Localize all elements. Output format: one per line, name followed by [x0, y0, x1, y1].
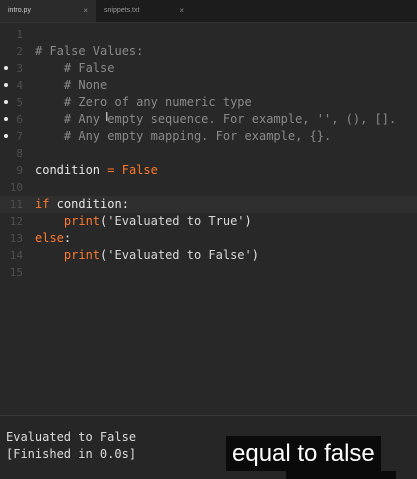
keyword-token: print: [63, 214, 101, 228]
code-token: ): [244, 214, 252, 228]
code-text: print('Evaluated to True'): [35, 213, 252, 230]
comment-token: # Any empty sequence. For example, '', (…: [35, 112, 397, 126]
code-line[interactable]: 9 condition = False: [0, 162, 417, 179]
code-token: ): [251, 248, 259, 262]
tab-bar: intro.py × snippets.txt ×: [0, 0, 417, 23]
comment-token: # Any empty mapping. For example, {}.: [35, 129, 332, 143]
code-line[interactable]: 7 # Any empty mapping. For example, {}.: [0, 128, 417, 145]
line-number: 9: [16, 164, 23, 177]
line-number: 4: [16, 79, 23, 92]
code-line[interactable]: 4 # None: [0, 77, 417, 94]
line-number: 6: [16, 113, 23, 126]
comment-token: # None: [35, 78, 108, 92]
line-number: 11: [9, 198, 23, 211]
code-line[interactable]: 2 # False Values:: [0, 43, 417, 60]
code-text: # Any empty sequence. For example, '', (…: [35, 111, 396, 128]
code-text: # False Values:: [35, 43, 143, 60]
tab-label: snippets.txt: [104, 7, 140, 14]
close-icon[interactable]: ×: [83, 0, 88, 22]
code-text: # False: [35, 60, 115, 77]
code-line[interactable]: 6 # Any empty sequence. For example, '',…: [0, 111, 417, 128]
tab-snippets-txt[interactable]: snippets.txt ×: [96, 0, 192, 22]
code-line[interactable]: 15: [0, 264, 417, 281]
code-text: if condition:: [35, 196, 129, 213]
code-text: # Any empty mapping. For example, {}.: [35, 128, 331, 145]
code-token: :: [63, 231, 72, 245]
video-caption: equal to false: [226, 436, 381, 471]
line-number: 13: [9, 232, 23, 245]
string-token: 'Evaluated to True': [107, 214, 245, 228]
close-icon[interactable]: ×: [179, 0, 184, 22]
code-line[interactable]: 5 # Zero of any numeric type: [0, 94, 417, 111]
code-line[interactable]: 14 print('Evaluated to False'): [0, 247, 417, 264]
comment-token: # False: [35, 61, 115, 75]
code-line[interactable]: 11 if condition:: [0, 196, 417, 213]
string-token: 'Evaluated to False': [107, 248, 252, 262]
keyword-token: print: [63, 248, 101, 262]
code-text: # None: [35, 77, 107, 94]
code-token: condition:: [49, 197, 129, 211]
code-token: condition: [35, 163, 108, 177]
line-number: 7: [16, 130, 23, 143]
line-number: 2: [16, 45, 23, 58]
line-number: 5: [16, 96, 23, 109]
comment-token: # False Values:: [35, 44, 144, 58]
code-text: else:: [35, 230, 71, 247]
text-cursor-icon: I: [105, 110, 109, 124]
code-line[interactable]: 12 print('Evaluated to True'): [0, 213, 417, 230]
tab-intro-py[interactable]: intro.py ×: [0, 0, 96, 22]
keyword-token: False: [121, 163, 158, 177]
line-number: 10: [9, 181, 23, 194]
code-line[interactable]: 13 else:: [0, 230, 417, 247]
line-number: 14: [9, 249, 23, 262]
code-text: # Zero of any numeric type: [35, 94, 252, 111]
line-number: 3: [16, 62, 23, 75]
comment-token: # Zero of any numeric type: [35, 95, 252, 109]
code-text: condition = False: [35, 162, 158, 179]
code-text: print('Evaluated to False'): [35, 247, 259, 264]
code-line[interactable]: 1: [0, 26, 417, 43]
keyword-token: else: [35, 231, 64, 245]
code-line[interactable]: 8: [0, 145, 417, 162]
line-number: 1: [16, 28, 23, 41]
output-line: Evaluated to False: [6, 430, 137, 444]
output-line: [Finished in 0.0s]: [6, 447, 137, 461]
keyword-token: if: [35, 197, 50, 211]
line-number: 12: [9, 215, 23, 228]
code-line[interactable]: 3 # False: [0, 60, 417, 77]
line-number: 8: [16, 147, 23, 160]
video-caption-next: [286, 471, 396, 479]
code-line[interactable]: 10: [0, 179, 417, 196]
code-editor[interactable]: 1 2 # False Values: 3 # False 4 # None 5 # Ze…: [0, 23, 417, 415]
line-number: 15: [9, 266, 23, 279]
tab-label: intro.py: [8, 7, 31, 14]
